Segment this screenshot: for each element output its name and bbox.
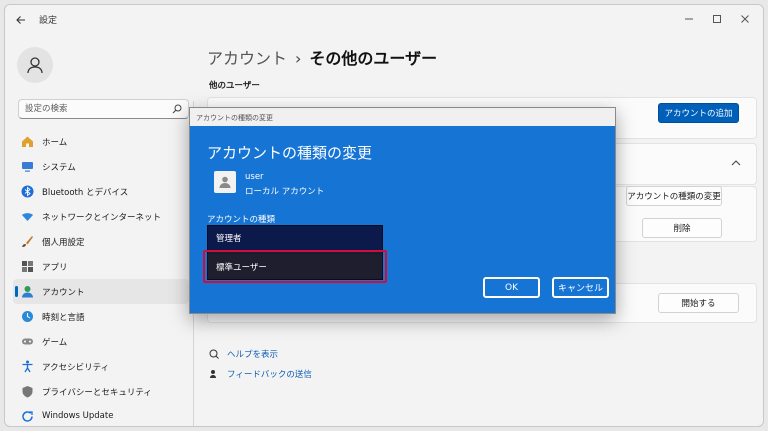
sidebar-item-label: 時刻と言語 [42, 313, 85, 323]
sidebar-item-label: Bluetooth とデバイス [42, 188, 129, 198]
section-title: 他のユーザー [209, 81, 260, 91]
maximize-button[interactable] [705, 9, 729, 27]
sidebar-item-bluetooth[interactable]: Bluetooth とデバイス [13, 179, 189, 204]
change-account-type-button[interactable]: アカウントの種類の変更 [626, 186, 722, 206]
avatar[interactable] [17, 47, 53, 83]
add-account-button[interactable]: アカウントの追加 [658, 103, 739, 123]
sidebar-item-label: 個人用設定 [42, 238, 85, 248]
search-box [18, 99, 189, 119]
feedback-link-label: フィードバックの送信 [227, 370, 312, 380]
app-title: 設定 [39, 16, 58, 26]
chevron-up-icon[interactable] [731, 159, 741, 167]
search-input[interactable] [25, 102, 165, 116]
globe-clock-icon [22, 311, 33, 322]
breadcrumb: アカウント › その他のユーザー [207, 45, 437, 69]
sidebar-item-label: アプリ [42, 263, 68, 273]
help-link[interactable]: ヘルプを表示 [209, 348, 278, 360]
sidebar-item-system[interactable]: システム [13, 154, 189, 179]
home-icon [22, 136, 33, 147]
sidebar-item-apps[interactable]: アプリ [13, 254, 189, 279]
gamepad-icon [22, 338, 33, 345]
start-button[interactable]: 開始する [658, 293, 739, 313]
account-icon [22, 286, 33, 298]
sidebar-item-label: プライバシーとセキュリティ [42, 388, 152, 398]
shield-icon [22, 386, 33, 398]
monitor-icon [22, 162, 33, 172]
change-account-type-dialog: アカウントの種類の変更 アカウントの種類の変更 user ローカル アカウント … [189, 107, 616, 314]
accessibility-icon [22, 360, 33, 373]
dropdown-option-administrator[interactable]: 管理者 [208, 226, 382, 250]
sidebar-item-label: アクセシビリティ [42, 363, 110, 373]
search-icon[interactable] [172, 104, 182, 114]
delete-button[interactable]: 削除 [642, 218, 722, 238]
help-link-label: ヘルプを表示 [227, 350, 279, 360]
sidebar-item-label: Windows Update [42, 411, 114, 421]
brush-icon [22, 236, 33, 247]
sidebar-item-accessibility[interactable]: アクセシビリティ [13, 354, 189, 379]
title-bar: 設定 [5, 5, 763, 33]
sidebar-item-time-language[interactable]: 時刻と言語 [13, 304, 189, 329]
update-icon [22, 411, 33, 422]
sidebar-item-label: アカウント [42, 288, 85, 298]
user-avatar-icon [214, 171, 236, 193]
back-arrow-icon[interactable] [15, 11, 29, 25]
breadcrumb-separator: › [295, 49, 302, 68]
cancel-button[interactable]: キャンセル [552, 277, 609, 298]
bluetooth-icon [21, 185, 34, 198]
account-type-label: アカウントの種類 [207, 215, 276, 225]
user-icon [27, 57, 43, 74]
sidebar-item-privacy[interactable]: プライバシーとセキュリティ [13, 379, 189, 404]
sidebar-item-label: システム [42, 163, 76, 173]
breadcrumb-parent[interactable]: アカウント [207, 49, 287, 68]
sidebar-item-accounts[interactable]: アカウント [13, 279, 189, 304]
sidebar-item-windows-update[interactable]: Windows Update [13, 404, 189, 426]
dialog-title-bar: アカウントの種類の変更 [190, 108, 615, 126]
wifi-icon [22, 213, 33, 221]
feedback-link[interactable]: フィードバックの送信 [209, 368, 312, 380]
sidebar-item-gaming[interactable]: ゲーム [13, 329, 189, 354]
feedback-icon [210, 370, 216, 378]
page-title: その他のユーザー [309, 49, 438, 68]
sidebar-item-personalization[interactable]: 個人用設定 [13, 229, 189, 254]
help-icon [209, 349, 219, 359]
highlight-annotation-box [203, 250, 387, 283]
user-name: user [245, 172, 264, 182]
close-button[interactable] [733, 9, 757, 27]
sidebar-item-label: ホーム [42, 138, 68, 148]
sidebar-nav: ホーム システム Bluetooth とデバイス ネットワークとインターネット … [13, 129, 189, 426]
sidebar-item-network[interactable]: ネットワークとインターネット [13, 204, 189, 229]
sidebar-item-home[interactable]: ホーム [13, 129, 189, 154]
apps-icon [22, 261, 33, 272]
minimize-button[interactable] [677, 9, 701, 27]
sidebar-item-label: ネットワークとインターネット [42, 213, 162, 223]
ok-button[interactable]: OK [483, 277, 540, 298]
sidebar-item-label: ゲーム [42, 338, 68, 348]
dialog-heading: アカウントの種類の変更 [207, 144, 373, 162]
user-account-type: ローカル アカウント [245, 187, 325, 197]
